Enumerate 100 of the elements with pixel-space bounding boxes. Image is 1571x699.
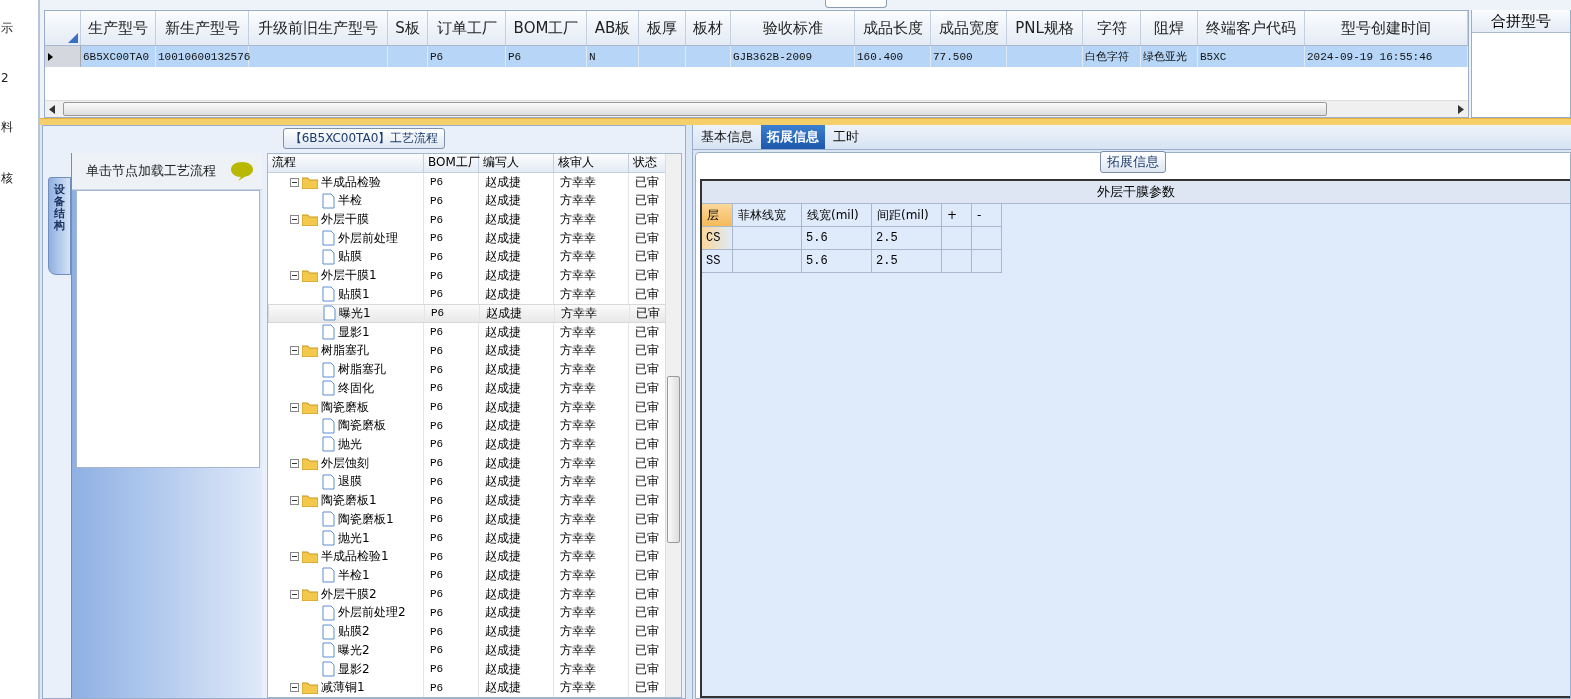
collapse-icon[interactable] xyxy=(290,589,299,599)
collapse-icon[interactable] xyxy=(290,402,299,412)
column-header[interactable]: BOM工厂 xyxy=(424,154,479,172)
table-cell: GJB362B-2009 xyxy=(733,50,813,63)
tab[interactable]: 工时 xyxy=(827,125,865,149)
table-cell: 已审 xyxy=(635,323,659,341)
column-header[interactable]: 层 xyxy=(702,204,733,227)
column-header[interactable]: 升级前旧生产型号 xyxy=(249,11,388,45)
table-cell: 10010600132576 xyxy=(158,50,251,63)
corner-icon xyxy=(68,33,78,43)
table-cell: 方幸幸 xyxy=(560,229,596,247)
table-cell: 方幸幸 xyxy=(560,473,596,491)
node-label: 贴膜2 xyxy=(338,623,370,641)
node-label: 外层前处理 xyxy=(338,229,398,247)
column-header[interactable]: 生产型号 xyxy=(81,11,156,45)
column-header[interactable]: 型号创建时间 xyxy=(1305,11,1468,45)
node-label: 陶瓷磨板 xyxy=(338,417,386,435)
table-cell: 已审 xyxy=(635,398,659,416)
table-cell: 已审 xyxy=(635,211,659,229)
table-cell: 赵成捷 xyxy=(486,304,522,322)
menu-text[interactable]: 料 xyxy=(1,119,38,136)
table-cell: 方幸幸 xyxy=(560,342,596,360)
collapse-icon[interactable] xyxy=(290,215,299,225)
collapse-icon[interactable] xyxy=(290,496,299,506)
tab[interactable]: 拓展信息 xyxy=(761,125,825,149)
menu-text[interactable]: 2 xyxy=(1,71,38,85)
table-cell: 方幸幸 xyxy=(560,623,596,641)
column-header[interactable]: 线宽(mil) xyxy=(802,204,872,227)
node-label: 外层干膜1 xyxy=(321,267,377,285)
table-cell: 赵成捷 xyxy=(485,398,521,416)
column-header[interactable]: 板材 xyxy=(686,11,731,45)
scroll-left-icon[interactable] xyxy=(49,104,55,114)
node-label: 贴膜1 xyxy=(338,285,370,303)
menu-text[interactable]: 示 xyxy=(1,20,38,37)
horizontal-scrollbar[interactable] xyxy=(45,100,1468,117)
table-cell: 方幸幸 xyxy=(560,529,596,547)
collapse-icon[interactable] xyxy=(290,458,299,468)
scroll-right-icon[interactable] xyxy=(1458,104,1464,114)
table-cell: 方幸幸 xyxy=(560,285,596,303)
collapse-icon[interactable] xyxy=(290,552,299,562)
collapse-icon[interactable] xyxy=(290,346,299,356)
table-cell: 方幸幸 xyxy=(560,379,596,397)
column-header[interactable]: 字符 xyxy=(1083,11,1141,45)
table-cell: 已审 xyxy=(635,342,659,360)
column-header[interactable]: 终端客户代码 xyxy=(1198,11,1305,45)
table-cell: 已审 xyxy=(635,473,659,491)
column-header[interactable]: 间距(mil) xyxy=(872,204,942,227)
column-header[interactable]: 成品宽度 xyxy=(931,11,1007,45)
vertical-scrollbar[interactable] xyxy=(665,154,681,697)
folder-icon xyxy=(302,587,318,601)
menu-text[interactable]: 核 xyxy=(1,170,38,187)
table-cell: 已审 xyxy=(635,267,659,285)
tab[interactable]: 基本信息 xyxy=(695,125,759,149)
column-header[interactable]: 板厚 xyxy=(639,11,686,45)
collapse-icon[interactable] xyxy=(290,177,299,187)
column-header[interactable]: 流程 xyxy=(268,154,424,172)
table-cell: 赵成捷 xyxy=(485,229,521,247)
table-cell: 方幸幸 xyxy=(560,398,596,416)
document-icon xyxy=(322,286,335,303)
table-cell: 已审 xyxy=(635,510,659,528)
document-icon xyxy=(322,530,335,547)
document-icon xyxy=(322,661,335,678)
document-icon xyxy=(322,642,335,659)
group-title: 拓展信息 xyxy=(1100,151,1166,173)
column-header[interactable]: AB板 xyxy=(587,11,639,45)
column-header[interactable]: - xyxy=(972,204,1002,227)
node-label: 外层干膜2 xyxy=(321,585,377,603)
row-header[interactable]: CS xyxy=(702,227,733,250)
table-cell: 赵成捷 xyxy=(485,379,521,397)
row-header[interactable]: SS xyxy=(702,250,733,273)
collapse-icon[interactable] xyxy=(290,271,299,281)
column-header[interactable]: 合拼型号 xyxy=(1472,10,1570,33)
side-tab[interactable]: 设备结构 xyxy=(48,177,71,275)
table-cell: 5.6 xyxy=(802,227,872,250)
column-header[interactable]: BOM工厂 xyxy=(506,11,587,45)
column-header[interactable]: PNL规格 xyxy=(1007,11,1083,45)
document-icon xyxy=(322,192,335,209)
table-cell xyxy=(733,250,802,273)
column-header[interactable]: S板 xyxy=(388,11,428,45)
table-cell: 赵成捷 xyxy=(485,323,521,341)
column-header[interactable]: 编写人 xyxy=(479,154,554,172)
column-header[interactable]: 订单工厂 xyxy=(428,11,506,45)
document-icon xyxy=(322,567,335,584)
collapse-icon[interactable] xyxy=(290,683,299,693)
column-header[interactable]: 核审人 xyxy=(554,154,629,172)
column-header[interactable]: 阻焊 xyxy=(1141,11,1198,45)
table-cell: N xyxy=(589,50,596,63)
table-cell: P6 xyxy=(430,532,444,545)
table-cell: P6 xyxy=(430,513,444,526)
folder-icon xyxy=(302,681,318,695)
folder-icon xyxy=(302,400,318,414)
table-cell xyxy=(942,227,972,250)
grid-row[interactable]: 6B5XC00TA0 10010600132576 P6 P6 N GJB362B-2009 160.400 77.500 白色字符 绿色亚光 B5XC 2024-09-19 16:55:46 xyxy=(45,46,1468,67)
column-header[interactable]: 菲林线宽 xyxy=(733,204,802,227)
node-label: 终固化 xyxy=(338,379,374,397)
column-header[interactable]: 验收标准 xyxy=(731,11,855,45)
column-header[interactable]: 成品长度 xyxy=(855,11,931,45)
column-header[interactable]: + xyxy=(942,204,972,227)
column-header[interactable]: 新生产型号 xyxy=(156,11,249,45)
table-cell: 方幸幸 xyxy=(560,248,596,266)
